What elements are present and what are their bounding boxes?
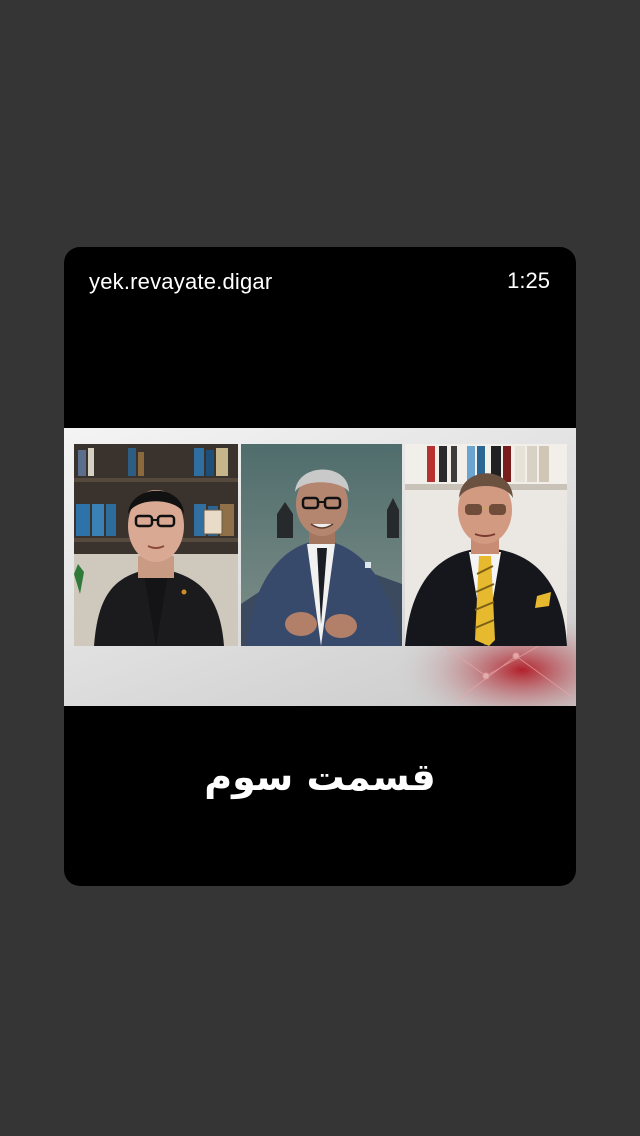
video-frame[interactable] [64,428,576,706]
video-panel-center [241,444,402,646]
video-duration: 1:25 [507,268,550,293]
video-panel-right [405,444,567,646]
video-panel-left [74,444,238,646]
video-caption: قسمت سوم [204,755,436,799]
account-name[interactable]: yek.revayate.digar [89,269,272,295]
story-card[interactable]: yek.revayate.digar 1:25 قسمت سوم [64,247,576,886]
